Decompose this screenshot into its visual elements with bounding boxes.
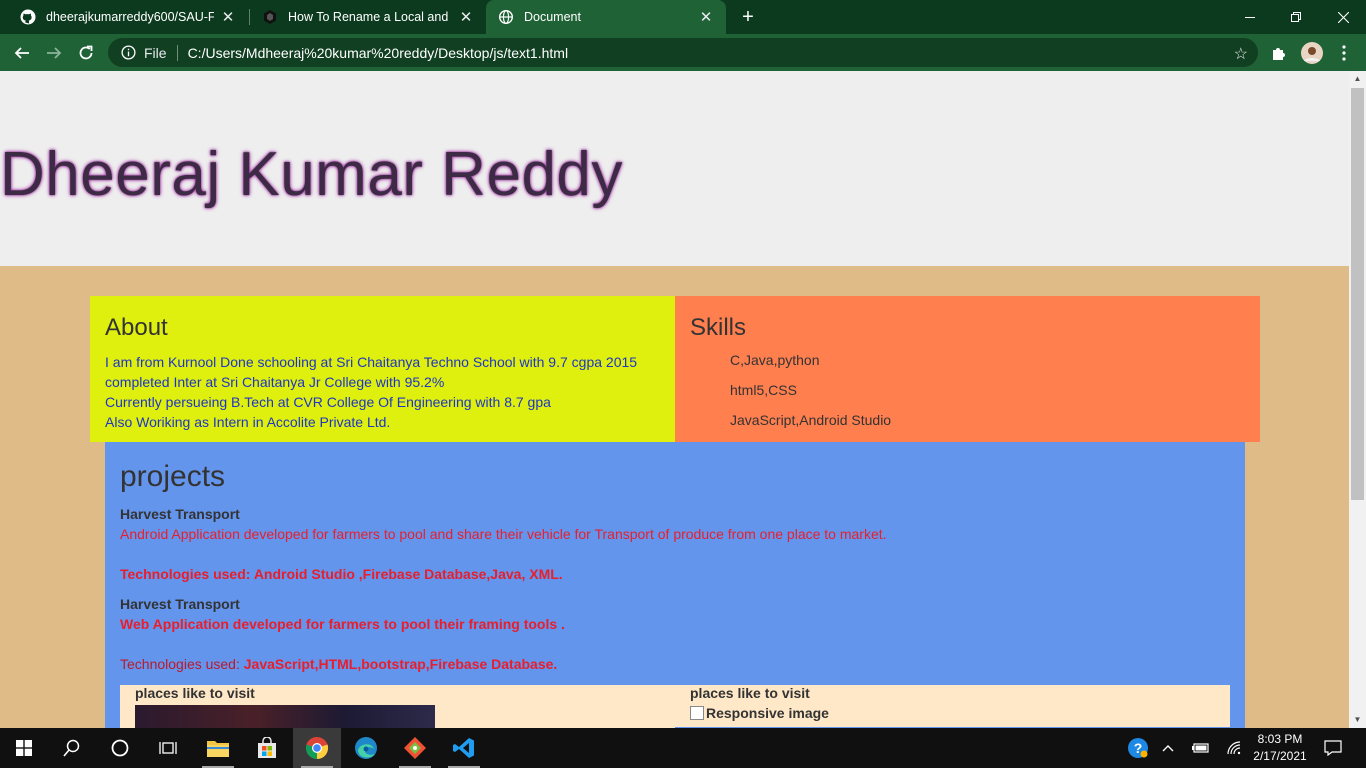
scroll-down-arrow-icon[interactable]: ▼: [1349, 712, 1366, 728]
close-tab-icon[interactable]: ✕: [220, 8, 236, 26]
about-heading: About: [105, 314, 168, 341]
store-icon[interactable]: [243, 728, 291, 768]
close-tab-icon[interactable]: ✕: [698, 8, 714, 26]
project-technologies: Technologies used: Android Studio ,Fireb…: [120, 564, 1230, 584]
page-header: Dheeraj Kumar Reddy: [0, 71, 1349, 266]
tab-document[interactable]: Document ✕: [486, 0, 726, 34]
tab-title: dheerajkumarreddy600/SAU-Feb: [46, 10, 214, 24]
places-label: places like to visit: [135, 685, 255, 701]
profile-avatar[interactable]: [1298, 39, 1326, 67]
back-arrow-icon[interactable]: [8, 39, 36, 67]
url-text[interactable]: C:/Users/Mdheeraj%20kumar%20reddy/Deskto…: [188, 45, 569, 61]
project-description: Web Application developed for farmers to…: [120, 616, 565, 632]
windows-start-icon[interactable]: [0, 728, 48, 768]
search-icon[interactable]: [48, 728, 96, 768]
omnibox-divider: [176, 44, 178, 61]
cortana-icon[interactable]: [96, 728, 144, 768]
place-image: [135, 705, 435, 728]
address-bar[interactable]: File C:/Users/Mdheeraj%20kumar%20reddy/D…: [108, 38, 1258, 67]
project-title: Harvest Transport: [120, 596, 240, 612]
tab-rename[interactable]: How To Rename a Local and Rem ✕: [250, 0, 486, 34]
notifications-icon[interactable]: [1318, 728, 1348, 768]
browser-toolbar: File C:/Users/Mdheeraj%20kumar%20reddy/D…: [0, 34, 1366, 72]
extensions-puzzle-icon[interactable]: [1265, 39, 1293, 67]
skills-list: C,Java,python html5,CSS JavaScript,Andro…: [690, 352, 1245, 428]
tech-label: Technologies used:: [120, 656, 240, 672]
tech-value: JavaScript,HTML,bootstrap,Firebase Datab…: [243, 656, 558, 672]
minimize-icon[interactable]: [1227, 0, 1273, 34]
project-description: Android Application developed for farmer…: [120, 526, 887, 542]
tech-label: Technologies used:: [120, 566, 251, 582]
project-technologies: Technologies used: JavaScript,HTML,boots…: [120, 654, 1230, 674]
broken-image-icon: [690, 706, 704, 720]
chevron-up-icon[interactable]: [1156, 728, 1180, 768]
menu-kebab-icon[interactable]: [1330, 39, 1358, 67]
url-scheme: File: [144, 44, 167, 61]
file-explorer-icon[interactable]: [194, 728, 242, 768]
vscode-icon[interactable]: [440, 728, 488, 768]
about-line: Currently persueing B.Tech at CVR Colleg…: [105, 394, 551, 410]
skills-heading: Skills: [690, 314, 747, 341]
about-line: completed Inter at Sri Chaitanya Jr Coll…: [105, 374, 445, 390]
globe-icon: [498, 9, 514, 25]
chrome-icon[interactable]: [293, 728, 341, 768]
page-viewport: Dheeraj Kumar Reddy About I am from Kurn…: [0, 71, 1349, 728]
broken-image: Responsive image: [690, 705, 829, 721]
about-line: Also Woriking as Intern in Accolite Priv…: [105, 414, 391, 430]
task-view-icon[interactable]: [144, 728, 192, 768]
skill-item: C,Java,python: [730, 352, 820, 368]
edge-icon[interactable]: [342, 728, 390, 768]
about-line: I am from Kurnool Done schooling at Sri …: [105, 354, 638, 370]
hexagon-site-icon: [262, 9, 278, 25]
clock-date: 2/17/2021: [1253, 749, 1307, 763]
taskbar: ? 8:03 PM 2/17/2021: [0, 728, 1366, 768]
help-icon[interactable]: ?: [1124, 728, 1152, 768]
vertical-scrollbar[interactable]: ▲ ▼: [1349, 71, 1366, 728]
restore-icon[interactable]: [1273, 0, 1319, 34]
info-icon[interactable]: [120, 45, 136, 61]
bookmark-star-icon[interactable]: ☆: [1234, 44, 1248, 64]
github-icon: [20, 9, 36, 25]
about-section: About I am from Kurnool Done schooling a…: [90, 296, 675, 442]
tab-github[interactable]: dheerajkumarreddy600/SAU-Feb ✕: [8, 0, 248, 34]
skill-item: JavaScript,Android Studio: [730, 412, 892, 428]
scroll-up-arrow-icon[interactable]: ▲: [1349, 71, 1366, 87]
git-gui-icon[interactable]: [391, 728, 439, 768]
clock-time: 8:03 PM: [1257, 732, 1303, 746]
tech-value: Android Studio ,Firebase Database,Java, …: [253, 566, 563, 582]
reload-icon[interactable]: [72, 39, 100, 67]
wifi-icon[interactable]: [1222, 728, 1248, 768]
tab-title: How To Rename a Local and Rem: [288, 10, 452, 24]
skills-section: Skills C,Java,python html5,CSS JavaScrip…: [675, 296, 1260, 442]
places-row: places like to visit places like to visi…: [120, 685, 1230, 728]
project-title: Harvest Transport: [120, 506, 240, 522]
skill-item: html5,CSS: [730, 382, 797, 398]
new-tab-button[interactable]: +: [736, 0, 760, 34]
image-alt-text: Responsive image: [706, 705, 829, 721]
forward-arrow-icon[interactable]: [40, 39, 68, 67]
tab-title: Document: [524, 10, 581, 24]
scrollbar-thumb[interactable]: [1351, 88, 1364, 500]
page-title: Dheeraj Kumar Reddy: [0, 140, 623, 209]
battery-icon[interactable]: [1188, 728, 1214, 768]
close-tab-icon[interactable]: ✕: [458, 8, 474, 26]
system-clock[interactable]: 8:03 PM 2/17/2021: [1248, 731, 1312, 765]
places-label: places like to visit: [690, 685, 810, 701]
tab-strip: dheerajkumarreddy600/SAU-Feb ✕ How To Re…: [0, 0, 1366, 34]
close-window-icon[interactable]: [1320, 0, 1366, 34]
projects-heading: projects: [120, 460, 226, 493]
